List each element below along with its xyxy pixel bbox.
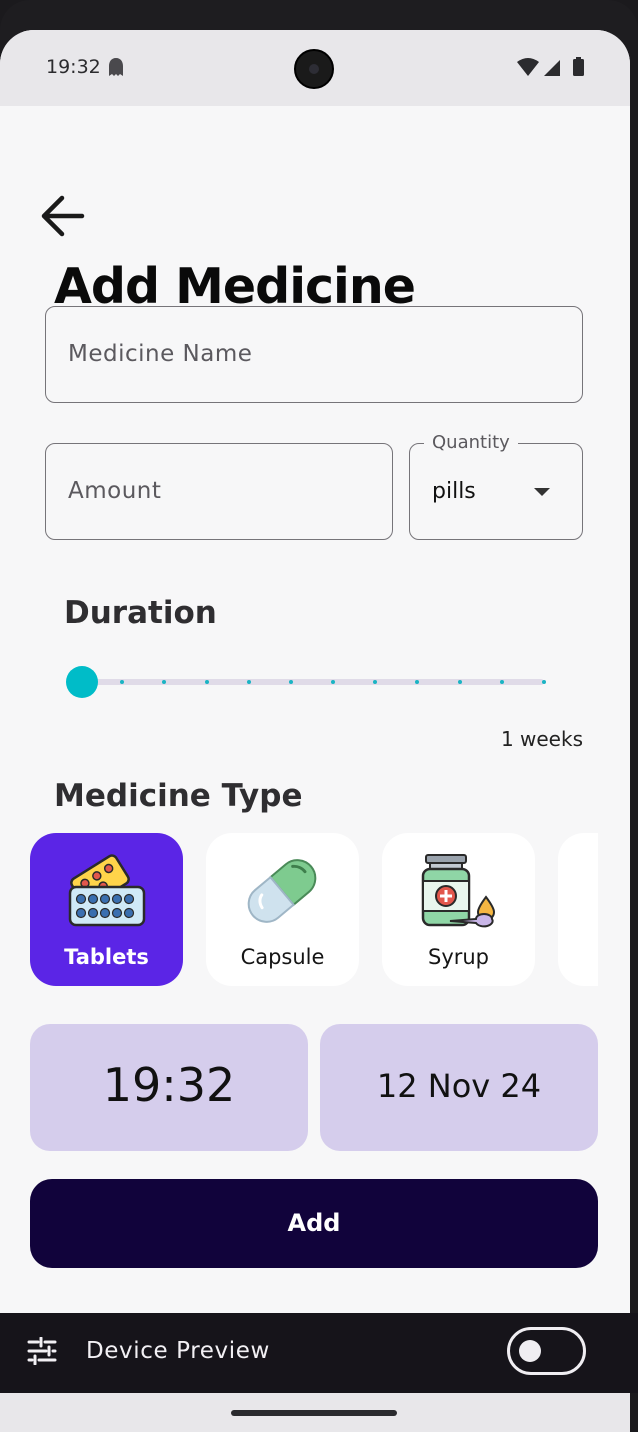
back-arrow-icon[interactable] — [36, 190, 88, 242]
duration-slider[interactable] — [66, 666, 546, 698]
gesture-nav-area — [0, 1393, 630, 1432]
date-value: 12 Nov 24 — [376, 1067, 542, 1105]
type-card-partial[interactable] — [558, 833, 598, 986]
slider-track[interactable] — [80, 679, 544, 685]
time-picker[interactable]: 19:32 — [30, 1024, 308, 1151]
status-bar: 19:32 — [0, 30, 630, 106]
slider-tick — [288, 680, 293, 684]
slider-tick — [499, 680, 504, 684]
medicine-type-title: Medicine Type — [54, 778, 303, 814]
amount-placeholder: Amount — [68, 478, 162, 504]
tablets-icon — [68, 854, 146, 927]
phone-screen: 19:32 Add Medicine Medicine Name Amount … — [0, 30, 630, 1432]
wifi-icon — [517, 58, 539, 76]
slider-thumb[interactable] — [66, 666, 98, 698]
slider-tick — [542, 680, 546, 684]
tune-icon[interactable] — [26, 1336, 58, 1369]
type-label-syrup: Syrup — [427, 945, 490, 969]
add-button[interactable]: Add — [30, 1179, 598, 1268]
battery-icon — [573, 59, 584, 76]
time-value: 19:32 — [102, 1058, 236, 1112]
medicine-name-placeholder: Medicine Name — [68, 341, 253, 367]
status-icons — [516, 56, 588, 84]
add-button-label: Add — [287, 1209, 341, 1237]
slider-tick — [204, 680, 209, 684]
slider-tick — [246, 680, 251, 684]
type-label-tablets: Tablets — [64, 945, 149, 969]
duration-value: 1 weeks — [500, 727, 583, 751]
quantity-value: pills — [432, 479, 476, 504]
type-card-capsule[interactable]: Capsule — [206, 833, 359, 986]
device-preview-label: Device Preview — [86, 1338, 270, 1364]
quantity-label: Quantity — [424, 432, 518, 453]
quantity-dropdown[interactable]: Quantity pills — [409, 432, 583, 540]
notification-ghost-icon — [106, 57, 126, 83]
type-card-tablets[interactable]: Tablets — [30, 833, 183, 986]
type-card-syrup[interactable]: Syrup — [382, 833, 535, 986]
device-preview-toggle[interactable] — [507, 1327, 586, 1375]
home-indicator[interactable] — [231, 1410, 397, 1416]
status-time: 19:32 — [46, 56, 101, 78]
device-preview-bar: Device Preview — [0, 1313, 638, 1393]
dropdown-arrow-icon — [534, 488, 550, 496]
capsule-icon — [247, 859, 317, 923]
type-label-capsule: Capsule — [240, 945, 325, 969]
medicine-name-field[interactable]: Medicine Name — [45, 306, 583, 403]
date-picker[interactable]: 12 Nov 24 — [320, 1024, 598, 1151]
syrup-icon — [421, 854, 496, 928]
duration-title: Duration — [64, 595, 217, 631]
front-camera — [294, 49, 334, 89]
medicine-type-list: Tablets Capsule Syrup — [30, 833, 598, 989]
amount-field[interactable]: Amount — [45, 443, 393, 540]
signal-icon — [544, 60, 560, 76]
slider-tick — [457, 680, 462, 684]
toggle-knob — [519, 1340, 541, 1362]
